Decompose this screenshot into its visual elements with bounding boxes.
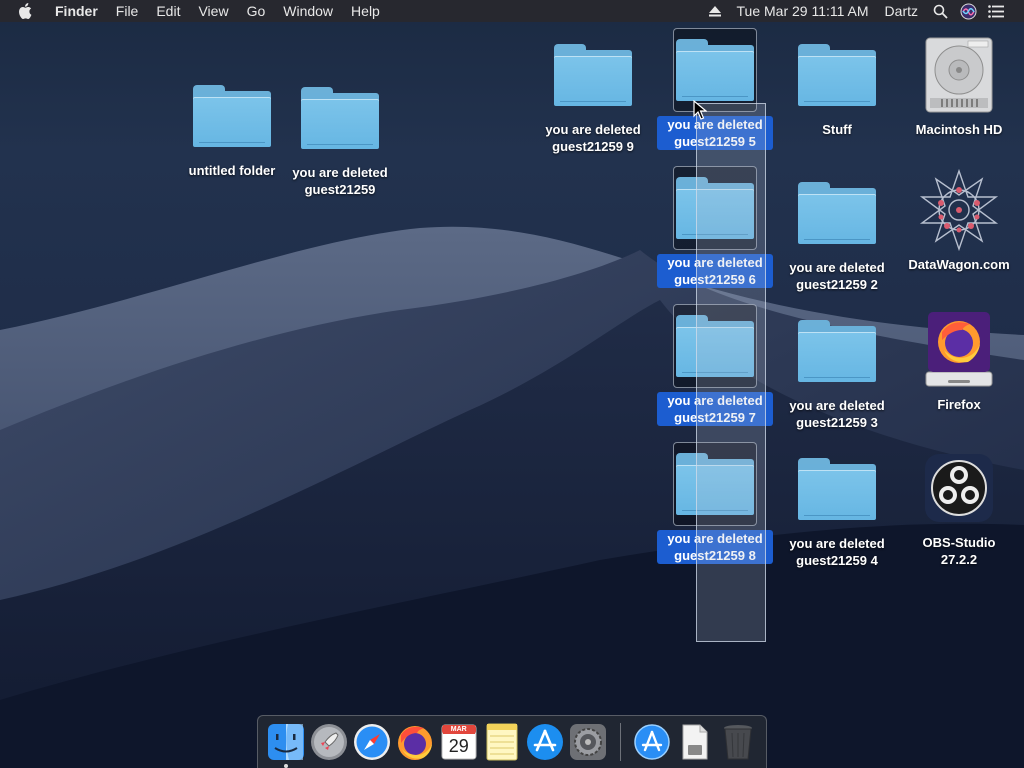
desktop-icon-firefox[interactable]: Firefox <box>899 308 1019 413</box>
apple-icon <box>19 3 32 19</box>
icon-label: you are deleted guest21259 <box>292 165 388 197</box>
desktop-icon-deleted-folder-3[interactable]: you are deleted guest21259 3 <box>777 309 897 431</box>
spotlight-search-icon[interactable] <box>929 0 951 22</box>
dock-app-store[interactable] <box>525 722 564 762</box>
icon-label: DataWagon.com <box>908 257 1010 272</box>
dock-firefox[interactable] <box>396 722 435 762</box>
desktop-icon-deleted-folder-9[interactable]: you are deleted guest21259 9 <box>533 33 653 155</box>
menu-edit[interactable]: Edit <box>147 0 189 22</box>
dock-calendar[interactable]: MAR 29 <box>439 722 478 762</box>
menu-go[interactable]: Go <box>238 0 275 22</box>
menu-help[interactable]: Help <box>342 0 389 22</box>
menu-file[interactable]: File <box>107 0 148 22</box>
dock: MAR 29 <box>257 715 767 768</box>
folder-icon <box>798 320 876 382</box>
desktop[interactable]: Finder File Edit View Go Window Help Tue… <box>0 0 1024 768</box>
desktop-icon-datawagon[interactable]: DataWagon.com <box>899 168 1019 273</box>
document-stack-icon <box>682 724 708 760</box>
folder-icon <box>798 458 876 520</box>
running-indicator <box>284 764 288 768</box>
desktop-icon-deleted-folder[interactable]: you are deleted guest21259 <box>280 76 400 198</box>
menu-view[interactable]: View <box>189 0 237 22</box>
menu-user[interactable]: Dartz <box>877 0 926 22</box>
launchpad-rocket-icon <box>310 724 347 760</box>
calendar-day: 29 <box>442 735 475 758</box>
desktop-icon-stuff[interactable]: Stuff <box>777 33 897 138</box>
folder-icon <box>676 39 754 101</box>
icon-label: you are deleted guest21259 3 <box>789 398 885 430</box>
desktop-icon-obs-studio[interactable]: OBS-Studio 27.2.2 <box>899 446 1019 568</box>
folder-icon <box>798 44 876 106</box>
dock-trash[interactable] <box>719 722 758 762</box>
dock-applications-folder[interactable] <box>632 722 671 762</box>
dock-finder[interactable] <box>266 722 305 768</box>
selection-rectangle <box>696 103 766 642</box>
apple-menu[interactable] <box>0 3 46 19</box>
desktop-icon-deleted-folder-4[interactable]: you are deleted guest21259 4 <box>777 447 897 569</box>
gear-icon <box>569 724 606 760</box>
folder-icon <box>798 182 876 244</box>
icon-label: Macintosh HD <box>915 122 1003 137</box>
dock-notes[interactable] <box>482 722 521 762</box>
folder-icon <box>554 44 632 106</box>
dock-system-preferences[interactable] <box>568 722 607 762</box>
icon-label: you are deleted guest21259 9 <box>545 122 641 154</box>
icon-label: you are deleted guest21259 2 <box>789 260 885 292</box>
desktop-icon-macintosh-hd[interactable]: Macintosh HD <box>899 33 1019 138</box>
icon-label: untitled folder <box>188 163 276 178</box>
menu-bar: Finder File Edit View Go Window Help Tue… <box>0 0 1024 22</box>
firefox-icon <box>398 726 433 760</box>
dock-safari[interactable] <box>352 722 391 762</box>
menu-clock[interactable]: Tue Mar 29 11:11 AM <box>729 0 877 22</box>
datawagon-star-icon <box>919 169 999 251</box>
desktop-icon-deleted-folder-2[interactable]: you are deleted guest21259 2 <box>777 171 897 293</box>
hard-drive-icon <box>925 37 993 113</box>
firefox-dmg-icon <box>925 312 993 387</box>
app-store-icon <box>526 724 563 760</box>
icon-label: Firefox <box>937 397 981 412</box>
menu-app-finder[interactable]: Finder <box>46 0 107 22</box>
finder-icon <box>267 724 304 760</box>
dock-separator <box>619 723 621 761</box>
trash-icon <box>724 725 753 760</box>
folder-icon <box>301 87 379 149</box>
safari-compass-icon <box>353 724 390 760</box>
notification-center-icon[interactable] <box>985 0 1007 22</box>
icon-label: OBS-Studio 27.2.2 <box>922 535 996 567</box>
dock-launchpad[interactable] <box>309 722 348 762</box>
eject-icon[interactable] <box>704 0 726 22</box>
calendar-month: MAR <box>442 725 475 734</box>
icon-label: Stuff <box>822 122 852 137</box>
desktop-icon-untitled-folder[interactable]: untitled folder <box>172 74 292 179</box>
siri-icon[interactable] <box>957 0 979 22</box>
mouse-cursor-icon <box>693 100 707 120</box>
folder-icon <box>193 85 271 147</box>
icon-label: you are deleted guest21259 4 <box>789 536 885 568</box>
applications-folder-icon <box>634 724 670 760</box>
dock-downloads-stack[interactable] <box>676 722 715 762</box>
menu-window[interactable]: Window <box>274 0 342 22</box>
notes-icon <box>486 723 518 761</box>
obs-studio-icon <box>925 454 993 522</box>
